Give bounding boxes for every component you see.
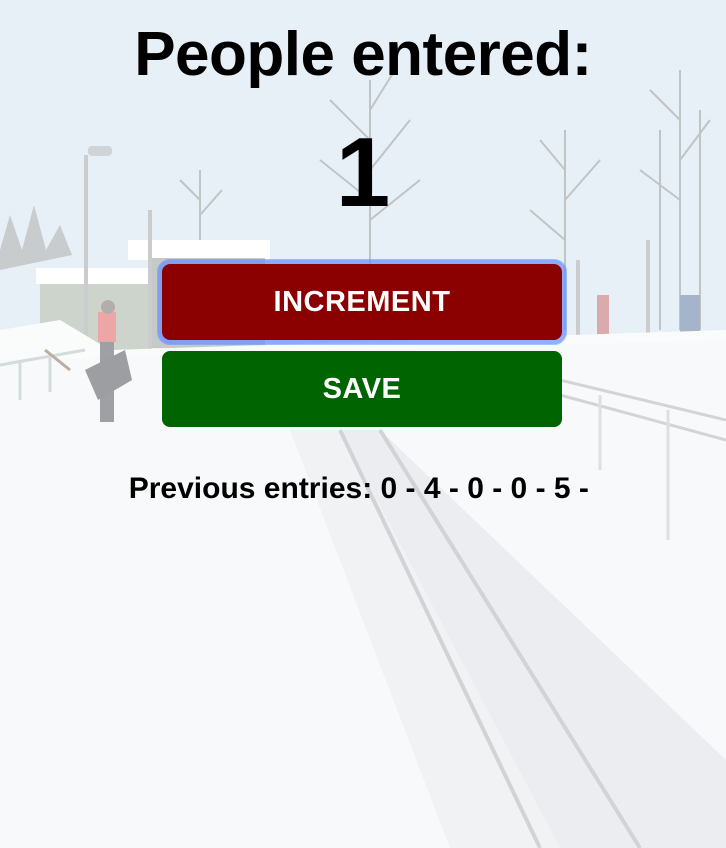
increment-button[interactable]: INCREMENT xyxy=(157,259,567,345)
counter-app: People entered: 1 INCREMENT SAVE Previou… xyxy=(0,0,726,848)
page-title: People entered: xyxy=(134,20,592,89)
previous-entries-values: 0 - 4 - 0 - 0 - 5 - xyxy=(380,472,598,505)
save-button[interactable]: SAVE xyxy=(162,351,562,427)
previous-entries: Previous entries: 0 - 4 - 0 - 0 - 5 - xyxy=(0,470,726,508)
previous-entries-label: Previous entries: xyxy=(128,472,381,505)
people-count: 1 xyxy=(335,117,391,227)
